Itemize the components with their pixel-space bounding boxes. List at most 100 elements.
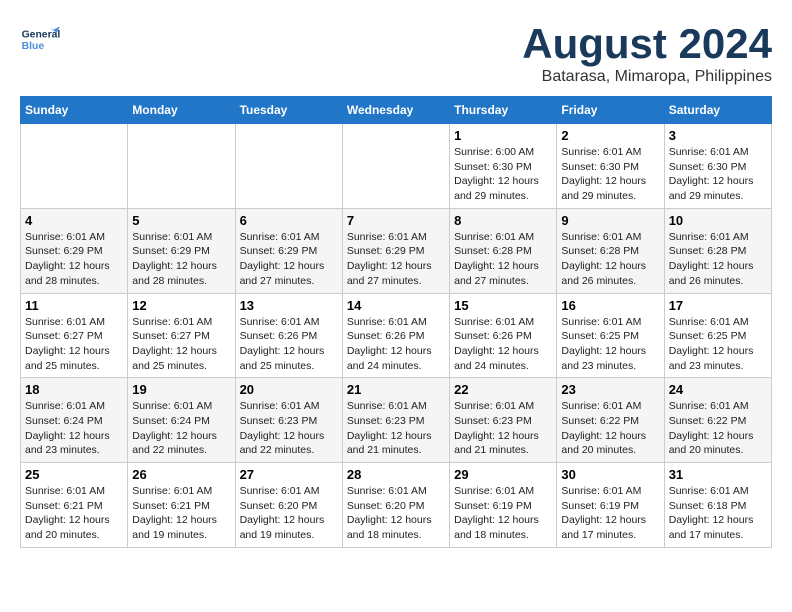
table-row: 10 Sunrise: 6:01 AM Sunset: 6:28 PM Dayli… [664,208,771,293]
day-info: Sunrise: 6:01 AM Sunset: 6:26 PM Dayligh… [240,315,338,374]
day-number: 28 [347,467,445,482]
day-number: 11 [25,298,123,313]
day-info: Sunrise: 6:01 AM Sunset: 6:24 PM Dayligh… [132,399,230,458]
table-row: 2 Sunrise: 6:01 AM Sunset: 6:30 PM Daylig… [557,124,664,209]
day-info: Sunrise: 6:01 AM Sunset: 6:20 PM Dayligh… [347,484,445,543]
day-number: 30 [561,467,659,482]
day-info: Sunrise: 6:01 AM Sunset: 6:25 PM Dayligh… [669,315,767,374]
calendar-week-row: 4 Sunrise: 6:01 AM Sunset: 6:29 PM Daylig… [21,208,772,293]
table-row [128,124,235,209]
day-info: Sunrise: 6:01 AM Sunset: 6:23 PM Dayligh… [347,399,445,458]
calendar-week-row: 25 Sunrise: 6:01 AM Sunset: 6:21 PM Dayli… [21,463,772,548]
col-wednesday: Wednesday [342,97,449,124]
calendar-week-row: 11 Sunrise: 6:01 AM Sunset: 6:27 PM Dayli… [21,293,772,378]
table-row: 16 Sunrise: 6:01 AM Sunset: 6:25 PM Dayli… [557,293,664,378]
logo: General Blue [20,20,60,60]
day-number: 24 [669,382,767,397]
day-info: Sunrise: 6:01 AM Sunset: 6:23 PM Dayligh… [454,399,552,458]
day-info: Sunrise: 6:01 AM Sunset: 6:28 PM Dayligh… [561,230,659,289]
day-info: Sunrise: 6:01 AM Sunset: 6:29 PM Dayligh… [25,230,123,289]
day-number: 6 [240,213,338,228]
day-info: Sunrise: 6:00 AM Sunset: 6:30 PM Dayligh… [454,145,552,204]
day-info: Sunrise: 6:01 AM Sunset: 6:18 PM Dayligh… [669,484,767,543]
day-info: Sunrise: 6:01 AM Sunset: 6:24 PM Dayligh… [25,399,123,458]
table-row: 28 Sunrise: 6:01 AM Sunset: 6:20 PM Dayli… [342,463,449,548]
day-number: 4 [25,213,123,228]
table-row: 11Sunrise: 6:01 AM Sunset: 6:27 PM Dayli… [21,293,128,378]
day-number: 3 [669,128,767,143]
table-row: 25 Sunrise: 6:01 AM Sunset: 6:21 PM Dayli… [21,463,128,548]
day-number: 27 [240,467,338,482]
day-info: Sunrise: 6:01 AM Sunset: 6:19 PM Dayligh… [454,484,552,543]
day-info: Sunrise: 6:01 AM Sunset: 6:19 PM Dayligh… [561,484,659,543]
table-row: 23 Sunrise: 6:01 AM Sunset: 6:22 PM Dayli… [557,378,664,463]
day-number: 25 [25,467,123,482]
table-row: 24Sunrise: 6:01 AM Sunset: 6:22 PM Dayli… [664,378,771,463]
table-row: 7Sunrise: 6:01 AM Sunset: 6:29 PM Daylig… [342,208,449,293]
day-number: 26 [132,467,230,482]
day-number: 17 [669,298,767,313]
day-number: 13 [240,298,338,313]
day-number: 20 [240,382,338,397]
day-info: Sunrise: 6:01 AM Sunset: 6:23 PM Dayligh… [240,399,338,458]
day-info: Sunrise: 6:01 AM Sunset: 6:28 PM Dayligh… [669,230,767,289]
table-row: 22Sunrise: 6:01 AM Sunset: 6:23 PM Dayli… [450,378,557,463]
col-friday: Friday [557,97,664,124]
day-number: 23 [561,382,659,397]
table-row: 3Sunrise: 6:01 AM Sunset: 6:30 PM Daylig… [664,124,771,209]
day-number: 9 [561,213,659,228]
day-number: 15 [454,298,552,313]
day-info: Sunrise: 6:01 AM Sunset: 6:29 PM Dayligh… [132,230,230,289]
col-monday: Monday [128,97,235,124]
day-info: Sunrise: 6:01 AM Sunset: 6:25 PM Dayligh… [561,315,659,374]
day-info: Sunrise: 6:01 AM Sunset: 6:22 PM Dayligh… [561,399,659,458]
table-row: 12 Sunrise: 6:01 AM Sunset: 6:27 PM Dayli… [128,293,235,378]
day-number: 21 [347,382,445,397]
table-row: 20 Sunrise: 6:01 AM Sunset: 6:23 PM Dayli… [235,378,342,463]
svg-text:Blue: Blue [22,41,45,52]
day-number: 12 [132,298,230,313]
day-number: 14 [347,298,445,313]
calendar-header-row: Sunday Monday Tuesday Wednesday Thursday… [21,97,772,124]
month-title: August 2024 [522,20,772,68]
table-row: 6 Sunrise: 6:01 AM Sunset: 6:29 PM Daylig… [235,208,342,293]
day-number: 2 [561,128,659,143]
table-row: 26 Sunrise: 6:01 AM Sunset: 6:21 PM Dayli… [128,463,235,548]
col-thursday: Thursday [450,97,557,124]
day-number: 16 [561,298,659,313]
col-tuesday: Tuesday [235,97,342,124]
col-sunday: Sunday [21,97,128,124]
day-number: 8 [454,213,552,228]
table-row: 8Sunrise: 6:01 AM Sunset: 6:28 PM Daylig… [450,208,557,293]
table-row: 5 Sunrise: 6:01 AM Sunset: 6:29 PM Daylig… [128,208,235,293]
location: Batarasa, Mimaropa, Philippines [522,68,772,86]
table-row: 19 Sunrise: 6:01 AM Sunset: 6:24 PM Dayli… [128,378,235,463]
day-number: 5 [132,213,230,228]
svg-text:General: General [22,30,60,41]
table-row [21,124,128,209]
day-info: Sunrise: 6:01 AM Sunset: 6:26 PM Dayligh… [347,315,445,374]
page-header: General Blue August 2024 Batarasa, Mimar… [20,20,772,86]
day-number: 1 [454,128,552,143]
day-number: 31 [669,467,767,482]
table-row: 15Sunrise: 6:01 AM Sunset: 6:26 PM Dayli… [450,293,557,378]
table-row: 30 Sunrise: 6:01 AM Sunset: 6:19 PM Dayli… [557,463,664,548]
day-info: Sunrise: 6:01 AM Sunset: 6:29 PM Dayligh… [240,230,338,289]
table-row [342,124,449,209]
table-row: 21 Sunrise: 6:01 AM Sunset: 6:23 PM Dayli… [342,378,449,463]
day-info: Sunrise: 6:01 AM Sunset: 6:21 PM Dayligh… [25,484,123,543]
day-info: Sunrise: 6:01 AM Sunset: 6:27 PM Dayligh… [132,315,230,374]
day-info: Sunrise: 6:01 AM Sunset: 6:21 PM Dayligh… [132,484,230,543]
calendar-week-row: 18Sunrise: 6:01 AM Sunset: 6:24 PM Dayli… [21,378,772,463]
table-row: 1 Sunrise: 6:00 AM Sunset: 6:30 PM Daylig… [450,124,557,209]
calendar-week-row: 1 Sunrise: 6:00 AM Sunset: 6:30 PM Daylig… [21,124,772,209]
table-row: 14 Sunrise: 6:01 AM Sunset: 6:26 PM Dayli… [342,293,449,378]
day-number: 19 [132,382,230,397]
day-number: 10 [669,213,767,228]
day-info: Sunrise: 6:01 AM Sunset: 6:30 PM Dayligh… [561,145,659,204]
day-info: Sunrise: 6:01 AM Sunset: 6:29 PM Dayligh… [347,230,445,289]
table-row: 17 Sunrise: 6:01 AM Sunset: 6:25 PM Dayli… [664,293,771,378]
table-row: 13 Sunrise: 6:01 AM Sunset: 6:26 PM Dayli… [235,293,342,378]
calendar-table: Sunday Monday Tuesday Wednesday Thursday… [20,96,772,548]
table-row [235,124,342,209]
